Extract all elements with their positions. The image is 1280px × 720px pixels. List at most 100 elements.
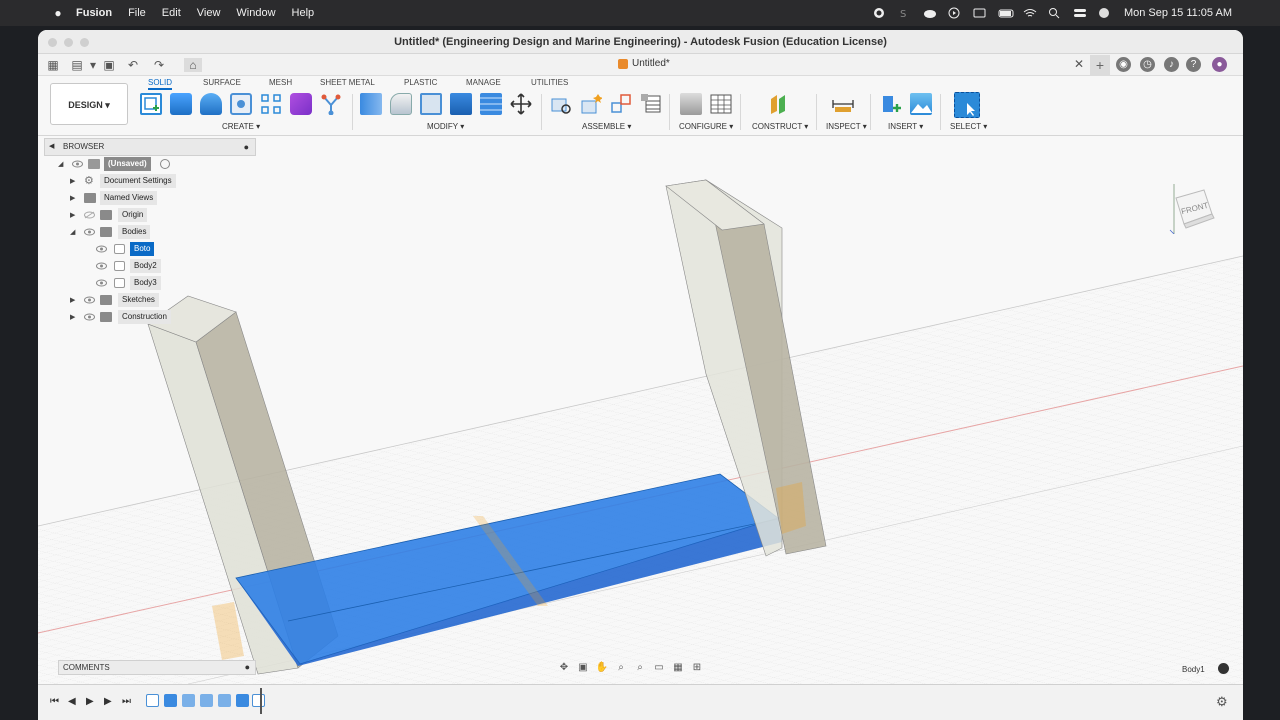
pattern-icon[interactable]	[260, 93, 282, 115]
measure-icon[interactable]	[832, 93, 854, 115]
configure-icon[interactable]	[680, 93, 702, 115]
tree-item-bodies[interactable]: ◢ Bodies	[44, 224, 264, 241]
home-icon[interactable]: ⌂	[184, 58, 202, 72]
bill-of-materials-icon[interactable]	[640, 93, 662, 115]
new-component-icon[interactable]	[550, 93, 572, 115]
timeline-feature-icon[interactable]	[218, 694, 231, 707]
shell-icon[interactable]	[420, 93, 442, 115]
apple-icon[interactable]: ●	[52, 6, 64, 20]
visibility-eye-icon[interactable]	[96, 245, 107, 253]
search-icon[interactable]	[1048, 7, 1062, 19]
canvas-image-icon[interactable]	[910, 93, 932, 115]
select-menu[interactable]: SELECT ▾	[950, 122, 987, 131]
control-center-icon[interactable]	[1073, 7, 1087, 19]
tree-item-sketches[interactable]: ▶ Sketches	[44, 292, 264, 309]
step-back-icon[interactable]: ◀	[68, 696, 76, 707]
create-sketch-icon[interactable]	[140, 93, 162, 115]
tree-item-construction[interactable]: ▶ Construction	[44, 309, 264, 326]
file-dropdown-icon[interactable]: ▾	[86, 58, 100, 72]
timeline-settings-gear-icon[interactable]: ⚙	[1216, 694, 1228, 710]
visibility-eye-icon[interactable]	[84, 228, 95, 236]
zoom-icon[interactable]: ⌕	[613, 662, 629, 673]
construct-menu[interactable]: CONSTRUCT ▾	[752, 122, 808, 131]
grid-menu-icon[interactable]: ▦	[46, 58, 60, 72]
configure-menu[interactable]: CONFIGURE ▾	[679, 122, 733, 131]
look-at-icon[interactable]: ▣	[575, 662, 591, 673]
creative-cloud-icon[interactable]: S	[898, 7, 912, 20]
revolve-icon[interactable]	[200, 93, 222, 115]
avatar[interactable]: ●	[1212, 57, 1227, 72]
tree-item-body2[interactable]: Body2	[44, 258, 264, 275]
tab-surface[interactable]: SURFACE	[203, 78, 241, 87]
selection-filter-icon[interactable]	[1218, 663, 1229, 674]
menu-help[interactable]: Help	[292, 7, 315, 19]
timeline-sketch-icon[interactable]	[252, 694, 265, 707]
fillet-icon[interactable]	[390, 93, 412, 115]
combine-icon[interactable]	[450, 93, 472, 115]
play-icon[interactable]	[948, 7, 962, 19]
press-pull-icon[interactable]	[360, 93, 382, 115]
split-icon[interactable]	[480, 93, 502, 115]
undo-icon[interactable]: ↶	[126, 58, 140, 72]
insert-menu[interactable]: INSERT ▾	[888, 122, 923, 131]
help-icon[interactable]: ?	[1186, 57, 1201, 72]
siri-icon[interactable]	[1098, 7, 1112, 19]
new-tab-button[interactable]: +	[1090, 55, 1110, 75]
orbit-icon[interactable]: ✥	[556, 662, 572, 673]
expand-icon[interactable]: ▶	[70, 309, 75, 326]
menubar-clock[interactable]: Mon Sep 15 11:05 AM	[1124, 7, 1232, 19]
grid-settings-icon[interactable]: ▦	[670, 662, 686, 673]
collapse-icon[interactable]: ◢	[70, 224, 75, 241]
go-to-end-icon[interactable]: ⏭	[122, 696, 131, 707]
timeline-extrude-icon[interactable]	[164, 694, 177, 707]
expand-icon[interactable]: ▶	[70, 190, 75, 207]
tab-mesh[interactable]: MESH	[269, 78, 292, 87]
hidden-eye-icon[interactable]	[84, 211, 95, 219]
expand-icon[interactable]: ▶	[70, 207, 75, 224]
create-menu[interactable]: CREATE ▾	[222, 122, 260, 131]
viewports-icon[interactable]: ⊞	[689, 662, 705, 673]
record-icon[interactable]	[873, 7, 887, 19]
pan-icon[interactable]: ✋	[594, 662, 610, 673]
tab-utilities[interactable]: UTILITIES	[531, 78, 568, 87]
file-menu-icon[interactable]: ▤	[70, 58, 84, 72]
expand-icon[interactable]: ▶	[70, 292, 75, 309]
inspect-menu[interactable]: INSPECT ▾	[826, 122, 867, 131]
expand-icon[interactable]: ◢	[58, 156, 63, 173]
tree-item-body-boto[interactable]: Boto	[44, 241, 264, 258]
close-tab-icon[interactable]: ✕	[1074, 57, 1084, 71]
tree-item-document-settings[interactable]: ▶ ⚙ Document Settings	[44, 173, 264, 190]
assemble-menu[interactable]: ASSEMBLE ▾	[582, 122, 631, 131]
visibility-eye-icon[interactable]	[84, 296, 95, 304]
as-built-joint-icon[interactable]	[610, 93, 632, 115]
workspace-switcher[interactable]: DESIGN ▾	[50, 83, 128, 125]
document-tab[interactable]: Untitled*	[618, 58, 670, 69]
configuration-table-icon[interactable]	[710, 93, 732, 115]
extrude-icon[interactable]	[170, 93, 192, 115]
tab-manage[interactable]: MANAGE	[466, 78, 501, 87]
minimize-panel-icon[interactable]: ●	[244, 139, 249, 155]
add-comment-icon[interactable]: ●	[245, 661, 250, 674]
tree-item-named-views[interactable]: ▶ Named Views	[44, 190, 264, 207]
menu-app-fusion[interactable]: Fusion	[76, 7, 112, 19]
expand-icon[interactable]: ▶	[70, 173, 75, 190]
comments-panel[interactable]: COMMENTS ●	[58, 660, 256, 675]
collapse-icon[interactable]: ◀	[49, 139, 54, 155]
timeline-marker[interactable]	[260, 688, 262, 714]
timeline-feature-icon[interactable]	[200, 694, 213, 707]
tree-item-origin[interactable]: ▶ Origin	[44, 207, 264, 224]
activate-radio-icon[interactable]	[160, 159, 170, 169]
zoom-window-button[interactable]	[80, 38, 89, 47]
offset-plane-icon[interactable]	[768, 93, 790, 115]
go-to-start-icon[interactable]: ⏮	[50, 696, 59, 707]
visibility-eye-icon[interactable]	[96, 279, 107, 287]
timeline-extrude-icon[interactable]	[236, 694, 249, 707]
menu-edit[interactable]: Edit	[162, 7, 181, 19]
menu-file[interactable]: File	[128, 7, 146, 19]
modify-menu[interactable]: MODIFY ▾	[427, 122, 464, 131]
tree-item-body3[interactable]: Body3	[44, 275, 264, 292]
menu-view[interactable]: View	[197, 7, 221, 19]
view-cube[interactable]: FRONT	[1168, 184, 1218, 234]
step-forward-icon[interactable]: ▶	[104, 696, 112, 707]
tab-sheet-metal[interactable]: SHEET METAL	[320, 78, 375, 87]
